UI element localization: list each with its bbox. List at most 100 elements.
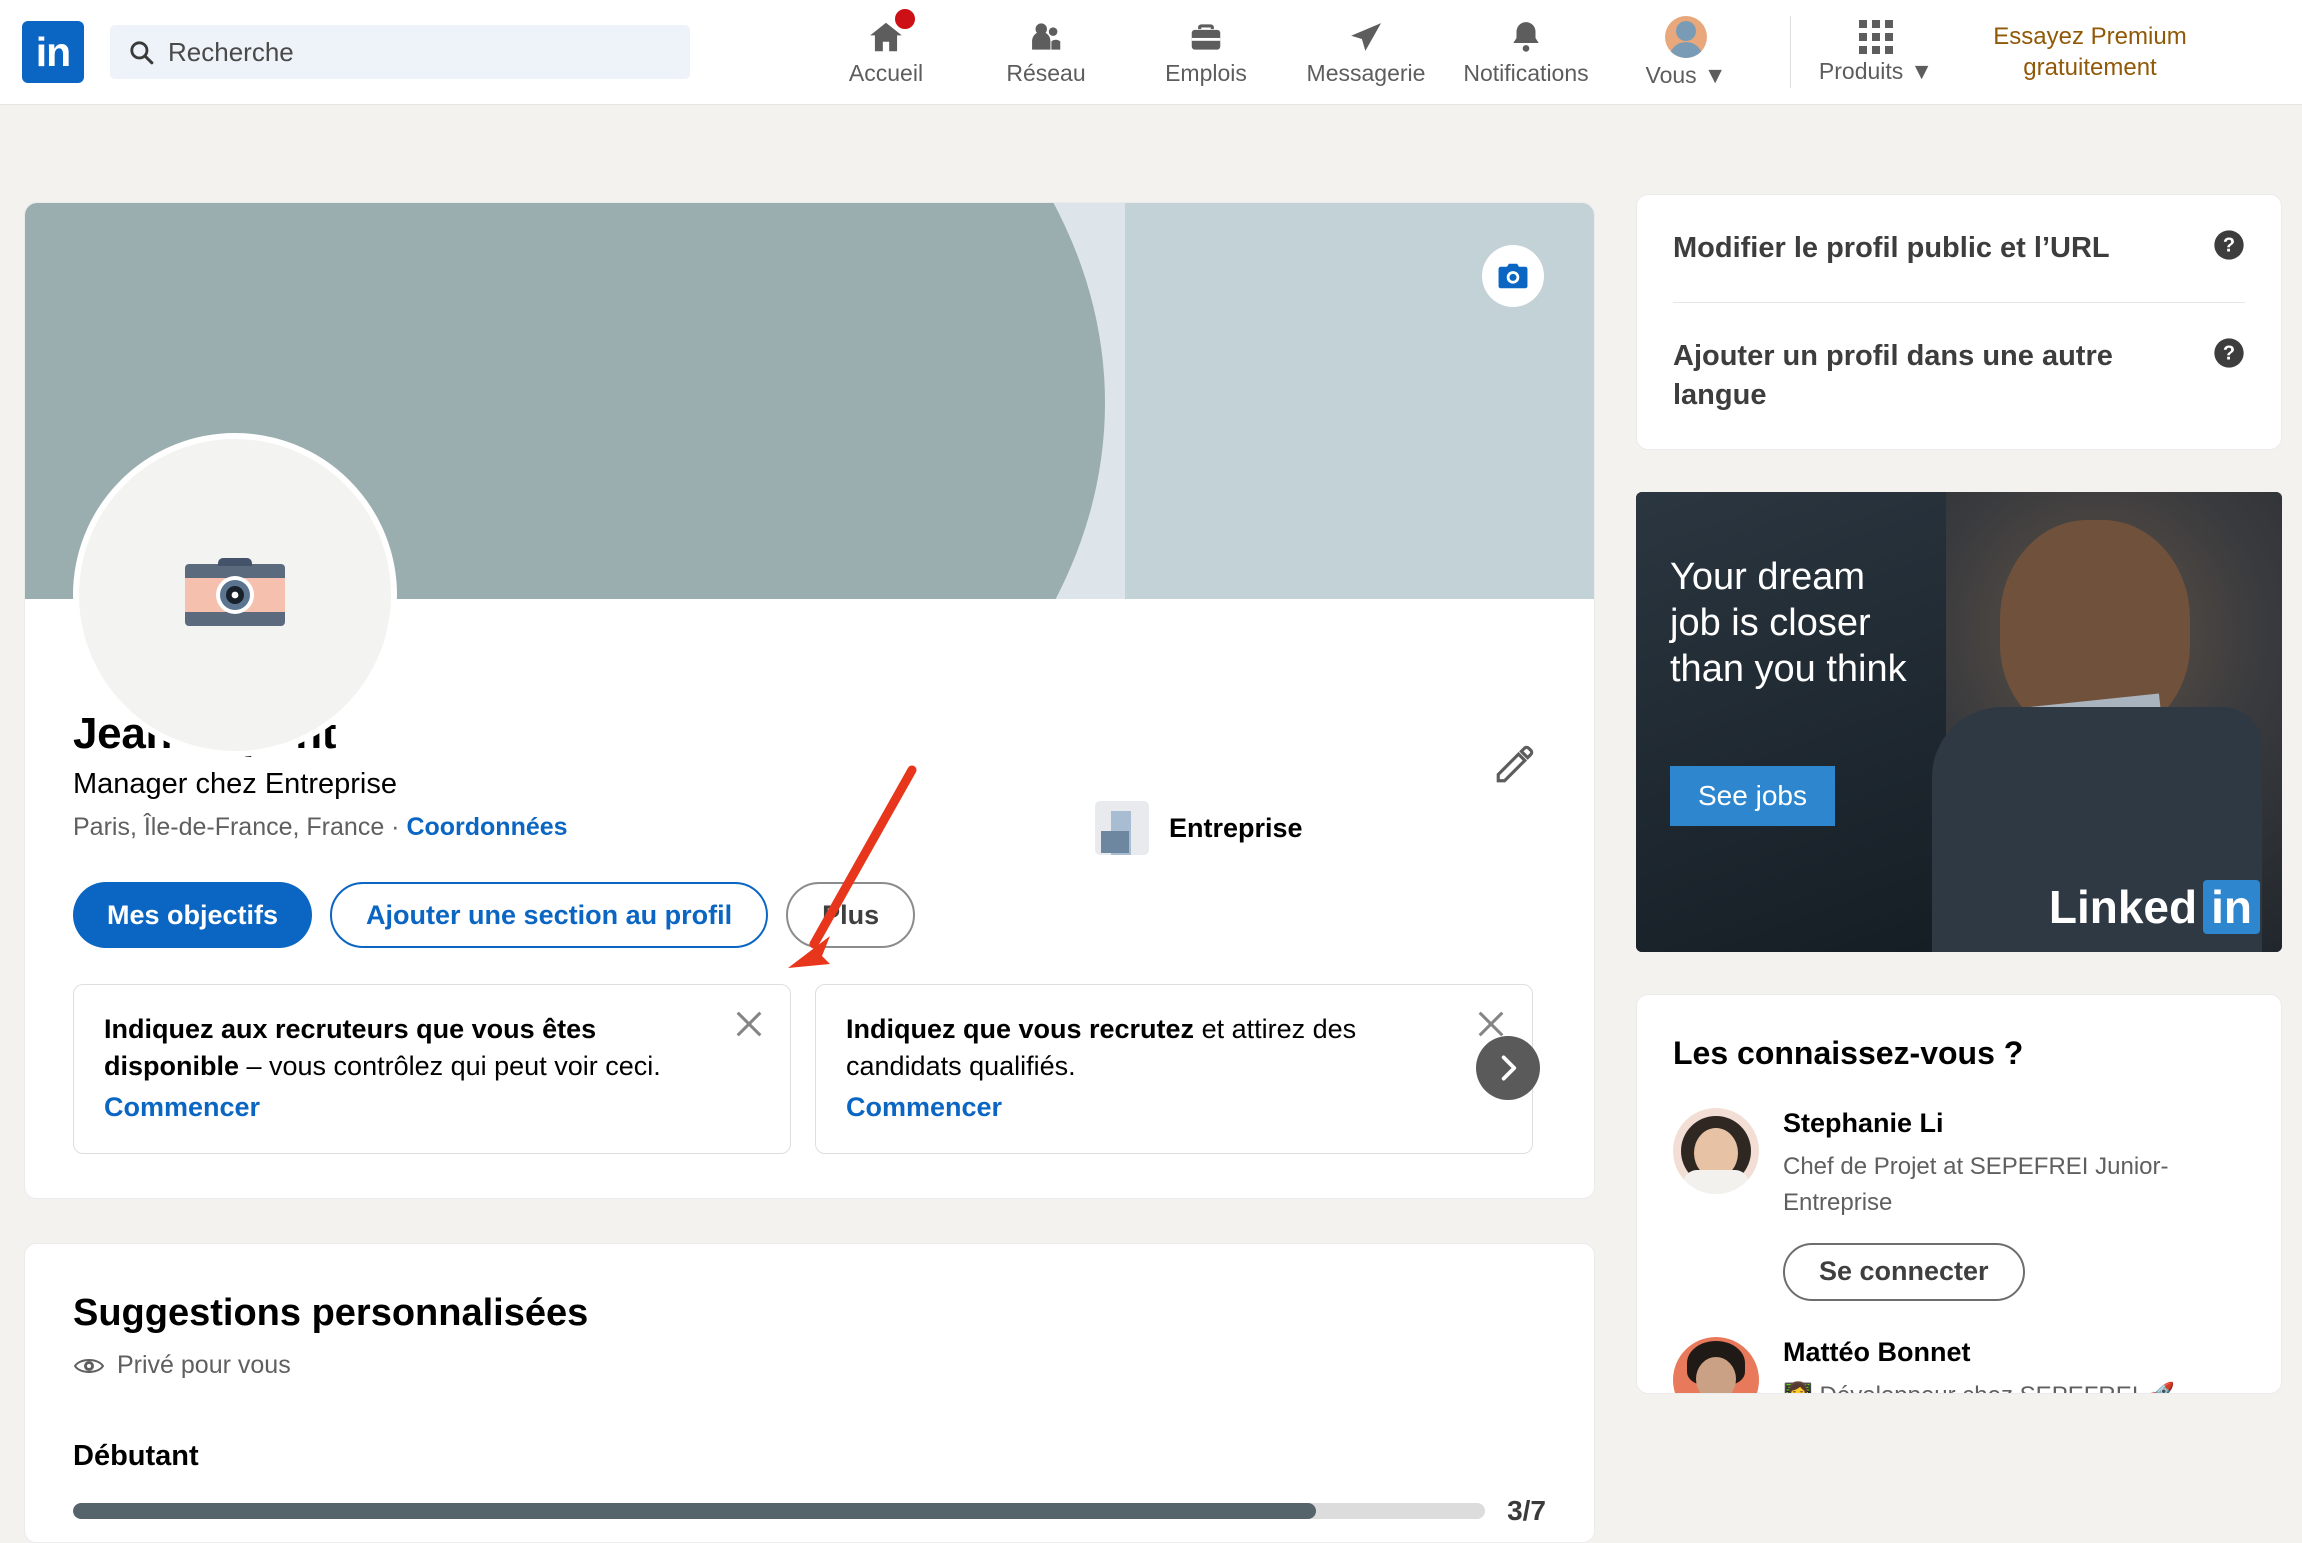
page-body: Entreprise Jean Dupont Manager chez Entr… (0, 104, 2302, 1490)
grid-icon (1859, 20, 1893, 54)
connect-button[interactable]: Se connecter (1783, 1243, 2025, 1301)
contact-info-link[interactable]: Coordonnées (406, 813, 567, 841)
avatar (1673, 1108, 1759, 1194)
progress-label: 3/7 (1507, 1495, 1546, 1527)
ad-brand-badge: in (2203, 880, 2260, 934)
personalized-suggestions-card: Suggestions personnalisées Privé pour vo… (24, 1243, 1595, 1543)
suggestions-title: Suggestions personnalisées (73, 1292, 1546, 1335)
svg-text:?: ? (2223, 343, 2235, 365)
close-icon[interactable] (732, 1007, 766, 1041)
profile-settings-card: Modifier le profil public et l’URL ? Ajo… (1636, 194, 2282, 450)
nav-item-reseau[interactable]: Réseau (966, 0, 1126, 104)
more-button[interactable]: Plus (786, 882, 915, 948)
chevron-right-icon (1493, 1053, 1523, 1083)
promo-carousel: Indiquez aux recruteurs que vous êtes di… (73, 984, 1546, 1154)
search-input[interactable] (168, 37, 672, 68)
carousel-next-button[interactable] (1476, 1036, 1540, 1100)
nav-item-accueil[interactable]: Accueil (806, 0, 966, 104)
nav-items: Accueil Réseau Emplois Messagerie (806, 0, 2215, 104)
notification-badge (892, 6, 918, 32)
premium-line-2: gratuitement (1965, 52, 2215, 83)
suggestions-privacy-label: Privé pour vous (117, 1351, 291, 1380)
profile-headline: Manager chez Entreprise (73, 768, 1546, 801)
camera-photo-icon (179, 550, 291, 640)
promo-card-open-to-work[interactable]: Indiquez aux recruteurs que vous êtes di… (73, 984, 791, 1154)
progress-track (73, 1503, 1485, 1519)
promo-card-bold-text: Indiquez que vous recrutez (846, 1014, 1194, 1044)
avatar (1673, 1337, 1759, 1394)
nav-item-vous[interactable]: Vous ▼ (1606, 0, 1766, 104)
profile-details: Entreprise Jean Dupont Manager chez Entr… (25, 709, 1594, 1198)
profile-location: Paris, Île-de-France, France · Coordonné… (73, 813, 1546, 842)
camera-icon (1496, 261, 1530, 291)
pymk-title: Les connaissez-vous ? (1673, 1035, 2245, 1072)
my-goals-button[interactable]: Mes objectifs (73, 882, 312, 948)
promo-card-rest-text: – vous contrôlez qui peut voir ceci. (239, 1051, 661, 1081)
pymk-person-subtitle: 👩‍💻 Développeur chez SEPEFREI 🚀 (1783, 1378, 2245, 1394)
right-sidebar: Modifier le profil public et l’URL ? Ajo… (1636, 194, 2282, 1394)
help-icon[interactable]: ? (2213, 229, 2245, 261)
nav-item-produits[interactable]: Produits ▼ (1801, 0, 1951, 104)
nav-item-label: Réseau (1006, 60, 1085, 87)
edit-profile-button[interactable] (1486, 737, 1542, 793)
pencil-icon (1493, 744, 1535, 786)
nav-item-label: Accueil (849, 60, 923, 87)
nav-item-messagerie[interactable]: Messagerie (1286, 0, 1446, 104)
nav-item-notifications[interactable]: Notifications (1446, 0, 1606, 104)
profile-card: Entreprise Jean Dupont Manager chez Entr… (24, 202, 1595, 1199)
edit-cover-photo-button[interactable] (1482, 245, 1544, 307)
search-box[interactable] (110, 25, 690, 79)
ad-headline: Your dream job is closer than you think (1670, 554, 1920, 693)
add-profile-language-row[interactable]: Ajouter un profil dans une autre langue … (1637, 303, 2281, 449)
edit-public-profile-row[interactable]: Modifier le profil public et l’URL ? (1637, 195, 2281, 302)
chevron-down-icon: ▼ (1704, 62, 1727, 89)
location-text: Paris, Île-de-France, France (73, 813, 384, 841)
nav-divider (1790, 16, 1791, 88)
promo-card-link[interactable]: Commencer (846, 1092, 1502, 1123)
add-profile-language-label: Ajouter un profil dans une autre langue (1673, 337, 2193, 415)
suggestions-progress: 3/7 (73, 1495, 1546, 1527)
main-column: Entreprise Jean Dupont Manager chez Entr… (24, 202, 1595, 1543)
pymk-person-subtitle: Chef de Projet at SEPEFREI Junior-Entrep… (1783, 1149, 2245, 1221)
help-icon[interactable]: ? (2213, 337, 2245, 369)
nav-item-label: Notifications (1463, 60, 1588, 87)
location-separator: · (384, 813, 406, 841)
pymk-person-2[interactable]: Mattéo Bonnet 👩‍💻 Développeur chez SEPEF… (1673, 1337, 2245, 1394)
profile-photo[interactable] (73, 433, 397, 757)
suggestions-level-label: Débutant (73, 1440, 1546, 1473)
bell-icon (1506, 18, 1546, 56)
pymk-person-name[interactable]: Mattéo Bonnet (1783, 1337, 2245, 1368)
add-profile-section-button[interactable]: Ajouter une section au profil (330, 882, 768, 948)
promo-card-hiring[interactable]: Indiquez que vous recrutez et attirez de… (815, 984, 1533, 1154)
company-logo-icon (1095, 801, 1149, 855)
network-icon (1026, 18, 1066, 56)
advertisement-banner[interactable]: Your dream job is closer than you think … (1636, 492, 2282, 952)
ad-cta-button[interactable]: See jobs (1670, 766, 1835, 826)
avatar-icon (1665, 16, 1707, 58)
chevron-down-icon: ▼ (1910, 58, 1933, 85)
ad-brand-text: Linked (2049, 880, 2197, 934)
premium-upsell-link[interactable]: Essayez Premium gratuitement (1965, 21, 2215, 83)
linkedin-logo-icon[interactable]: in (22, 21, 84, 83)
nav-item-label: Messagerie (1307, 60, 1426, 87)
pymk-person-1[interactable]: Stephanie Li Chef de Projet at SEPEFREI … (1673, 1108, 2245, 1301)
eye-icon (73, 1354, 105, 1378)
profile-action-buttons: Mes objectifs Ajouter une section au pro… (73, 882, 1546, 948)
search-icon (128, 39, 154, 65)
company-name: Entreprise (1169, 813, 1303, 844)
nav-item-emplois[interactable]: Emplois (1126, 0, 1286, 104)
pymk-person-name[interactable]: Stephanie Li (1783, 1108, 2245, 1139)
current-company[interactable]: Entreprise (1095, 801, 1303, 855)
linkedin-logo-icon: Linked in (2049, 880, 2260, 934)
nav-item-label: Vous (1646, 62, 1697, 88)
people-you-may-know-card: Les connaissez-vous ? Stephanie Li Chef … (1636, 994, 2282, 1394)
nav-item-label: Emplois (1165, 60, 1247, 87)
promo-track: Indiquez aux recruteurs que vous êtes di… (73, 984, 1546, 1154)
edit-public-profile-label: Modifier le profil public et l’URL (1673, 229, 2110, 268)
briefcase-icon (1186, 18, 1226, 56)
promo-card-link[interactable]: Commencer (104, 1092, 760, 1123)
svg-text:?: ? (2223, 235, 2235, 257)
progress-fill (73, 1503, 1316, 1519)
nav-item-label: Produits (1819, 58, 1903, 84)
top-navigation-bar: in Accueil Réseau (0, 0, 2302, 104)
